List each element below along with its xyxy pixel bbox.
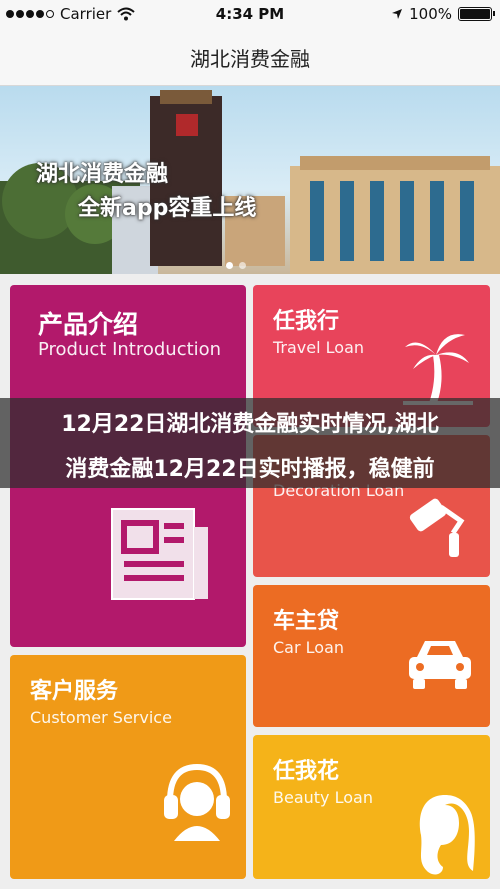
- car-loan-tile[interactable]: 车主贷 Car Loan: [253, 585, 490, 727]
- battery-icon: [458, 7, 495, 21]
- car-title: 车主贷: [273, 609, 340, 634]
- product-title: 产品介绍: [38, 310, 139, 339]
- palm-tree-icon: [403, 334, 473, 405]
- paint-roller-icon: [409, 498, 465, 557]
- battery-group: 100%: [391, 5, 495, 23]
- banner-pager[interactable]: [226, 262, 246, 269]
- product-subtitle: Product Introduction: [38, 339, 222, 360]
- status-bar: Carrier 4:34 PM 100%: [0, 0, 500, 28]
- travel-title: 任我行: [273, 309, 340, 334]
- customer-service-tile[interactable]: 客户服务 Customer Service: [10, 655, 246, 879]
- promo-banner[interactable]: 湖北消费金融 全新app容重上线: [0, 86, 500, 274]
- customer-title: 客户服务: [30, 679, 119, 704]
- customer-subtitle: Customer Service: [30, 708, 172, 727]
- article-title-overlay[interactable]: 12月22日湖北消费金融实时情况,湖北 消费金融12月22日实时播报，稳健前: [0, 398, 500, 488]
- pager-dot[interactable]: [239, 262, 246, 269]
- location-arrow-icon: [392, 9, 403, 19]
- headset-icon: [164, 763, 230, 841]
- woman-face-icon: [419, 795, 475, 875]
- newspaper-icon: [111, 508, 208, 600]
- beauty-loan-tile[interactable]: 任我花 Beauty Loan: [253, 735, 490, 879]
- beauty-subtitle: Beauty Loan: [273, 788, 373, 807]
- car-icon: [409, 641, 471, 689]
- banner-headline: 湖北消费金融: [36, 162, 169, 187]
- banner-subheadline: 全新app容重上线: [78, 196, 257, 221]
- beauty-title: 任我花: [273, 759, 340, 784]
- page-title: 湖北消费金融: [190, 47, 310, 71]
- navigation-bar: 湖北消费金融: [0, 28, 500, 86]
- overlay-line-1: 12月22日湖北消费金融实时情况,湖北: [61, 412, 439, 437]
- car-subtitle: Car Loan: [273, 638, 345, 657]
- travel-subtitle: Travel Loan: [273, 338, 365, 357]
- overlay-line-2: 消费金融12月22日实时播报，稳健前: [65, 457, 435, 482]
- pager-dot[interactable]: [226, 262, 233, 269]
- battery-percent: 100%: [409, 5, 452, 23]
